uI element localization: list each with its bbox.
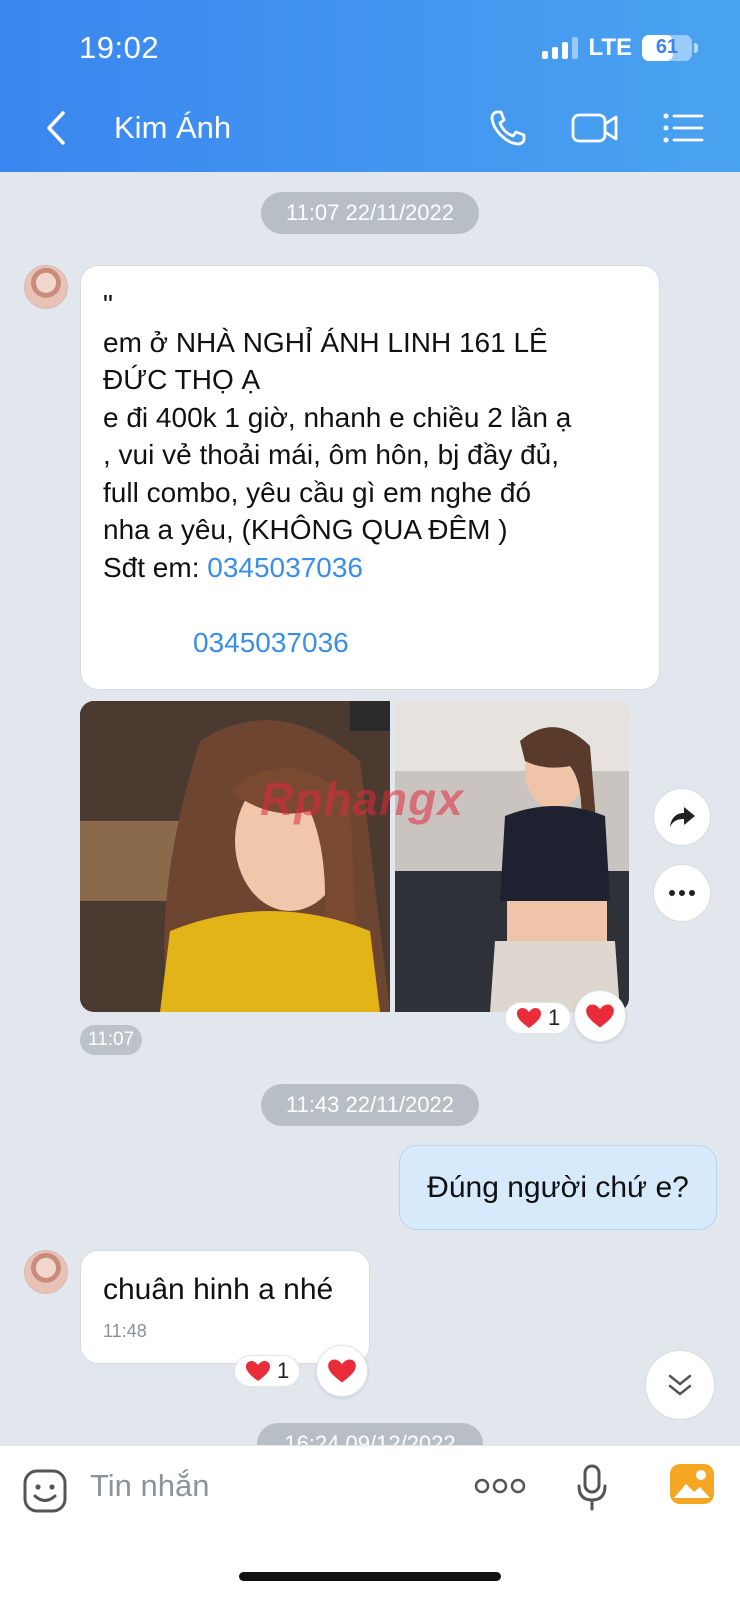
message-time: 11:48 xyxy=(103,1320,147,1341)
outgoing-message-bubble[interactable]: Đúng người chứ e? xyxy=(399,1145,717,1230)
contact-avatar[interactable] xyxy=(24,265,68,309)
forward-button[interactable] xyxy=(653,788,711,846)
status-indicators: LTE 61 xyxy=(542,34,698,62)
phone-link[interactable]: 0345037036 xyxy=(207,552,363,583)
message-line: ĐỨC THỌ Ạ xyxy=(103,364,261,395)
chevron-left-icon xyxy=(47,111,65,145)
incoming-message-bubble[interactable]: " em ở NHÀ NGHỈ ÁNH LINH 161 LÊ ĐỨC THỌ … xyxy=(80,265,660,690)
more-dots-icon xyxy=(474,1478,526,1494)
list-menu-icon xyxy=(663,113,704,143)
message-input[interactable]: Tin nhắn xyxy=(90,1468,210,1504)
reaction-summary[interactable]: 1 xyxy=(234,1355,301,1387)
phone-icon xyxy=(490,110,526,146)
message-line: full combo, yêu cầu gì em nghe đó xyxy=(103,476,532,508)
heart-icon xyxy=(586,1004,614,1028)
message-line: em ở NHÀ NGHỈ ÁNH LINH 161 LÊ xyxy=(103,326,548,358)
photo-woman-crop-top xyxy=(395,701,629,1012)
photo-sitting[interactable] xyxy=(395,701,629,1012)
heart-icon xyxy=(246,1361,270,1381)
sticker-face-icon xyxy=(23,1469,67,1513)
reaction-summary[interactable]: 1 xyxy=(505,1002,572,1034)
heart-icon xyxy=(328,1359,356,1383)
message-line: , vui vẻ thoải mái, ôm hôn, bj đầy đủ, xyxy=(103,439,560,470)
signal-icon xyxy=(542,37,579,59)
call-button[interactable] xyxy=(483,106,533,150)
heart-icon xyxy=(517,1008,541,1028)
gallery-button[interactable] xyxy=(668,1460,716,1513)
photo-selfie[interactable] xyxy=(80,701,390,1012)
react-heart-button[interactable] xyxy=(316,1345,368,1397)
photo-woman-yellow-top xyxy=(80,701,390,1012)
scroll-to-bottom-button[interactable] xyxy=(645,1350,715,1420)
image-time: 11:07 xyxy=(80,1025,143,1055)
message-line: e đi 400k 1 giờ, nhanh e chiều 2 lần ạ xyxy=(103,401,572,433)
message-line: " xyxy=(103,289,113,320)
message-line: nha a yêu, (KHÔNG QUA ĐÊM ) xyxy=(103,514,508,545)
home-indicator xyxy=(239,1572,501,1581)
phone-link-2[interactable]: 0345037036 xyxy=(193,627,349,658)
phone-label: Sđt em: xyxy=(103,551,208,583)
more-button[interactable] xyxy=(474,1476,526,1501)
back-button[interactable] xyxy=(36,106,76,150)
sticker-button[interactable] xyxy=(22,1468,68,1519)
outgoing-message-text: Đúng người chứ e? xyxy=(427,1170,689,1204)
contact-name[interactable]: Kim Ánh xyxy=(114,110,231,146)
status-time: 19:02 xyxy=(79,30,160,65)
chat-header: 19:02 LTE 61 Kim Ánh xyxy=(0,0,740,172)
reaction-count: 1 xyxy=(277,1358,290,1383)
phone-line: Sđt em: 0345037036 xyxy=(103,549,637,587)
menu-button[interactable] xyxy=(658,106,708,150)
voice-button[interactable] xyxy=(576,1464,608,1517)
incoming-message-bubble[interactable]: chuân hinh a nhé 11:48 xyxy=(80,1250,370,1364)
microphone-icon xyxy=(577,1464,607,1511)
timestamp-divider: 11:07 22/11/2022 xyxy=(261,192,479,234)
message-text: chuân hinh a nhé xyxy=(103,1273,334,1306)
contact-avatar[interactable] xyxy=(24,1250,68,1294)
video-call-button[interactable] xyxy=(570,106,620,150)
more-dots-icon xyxy=(669,890,695,896)
network-label: LTE xyxy=(588,34,632,61)
battery-level: 61 xyxy=(655,36,679,58)
battery-icon: 61 xyxy=(642,35,698,61)
timestamp-divider: 11:43 22/11/2022 xyxy=(261,1084,479,1126)
watermark-logo: Rphangx xyxy=(260,773,464,825)
photo-gallery-icon xyxy=(670,1464,714,1504)
double-chevron-down-icon xyxy=(668,1374,692,1396)
video-camera-icon xyxy=(571,113,618,143)
reaction-count: 1 xyxy=(548,1005,561,1030)
more-options-button[interactable] xyxy=(653,864,711,922)
share-arrow-icon xyxy=(670,807,695,827)
phone-line-2: 0345037036 xyxy=(103,624,637,662)
react-heart-button[interactable] xyxy=(574,990,626,1042)
